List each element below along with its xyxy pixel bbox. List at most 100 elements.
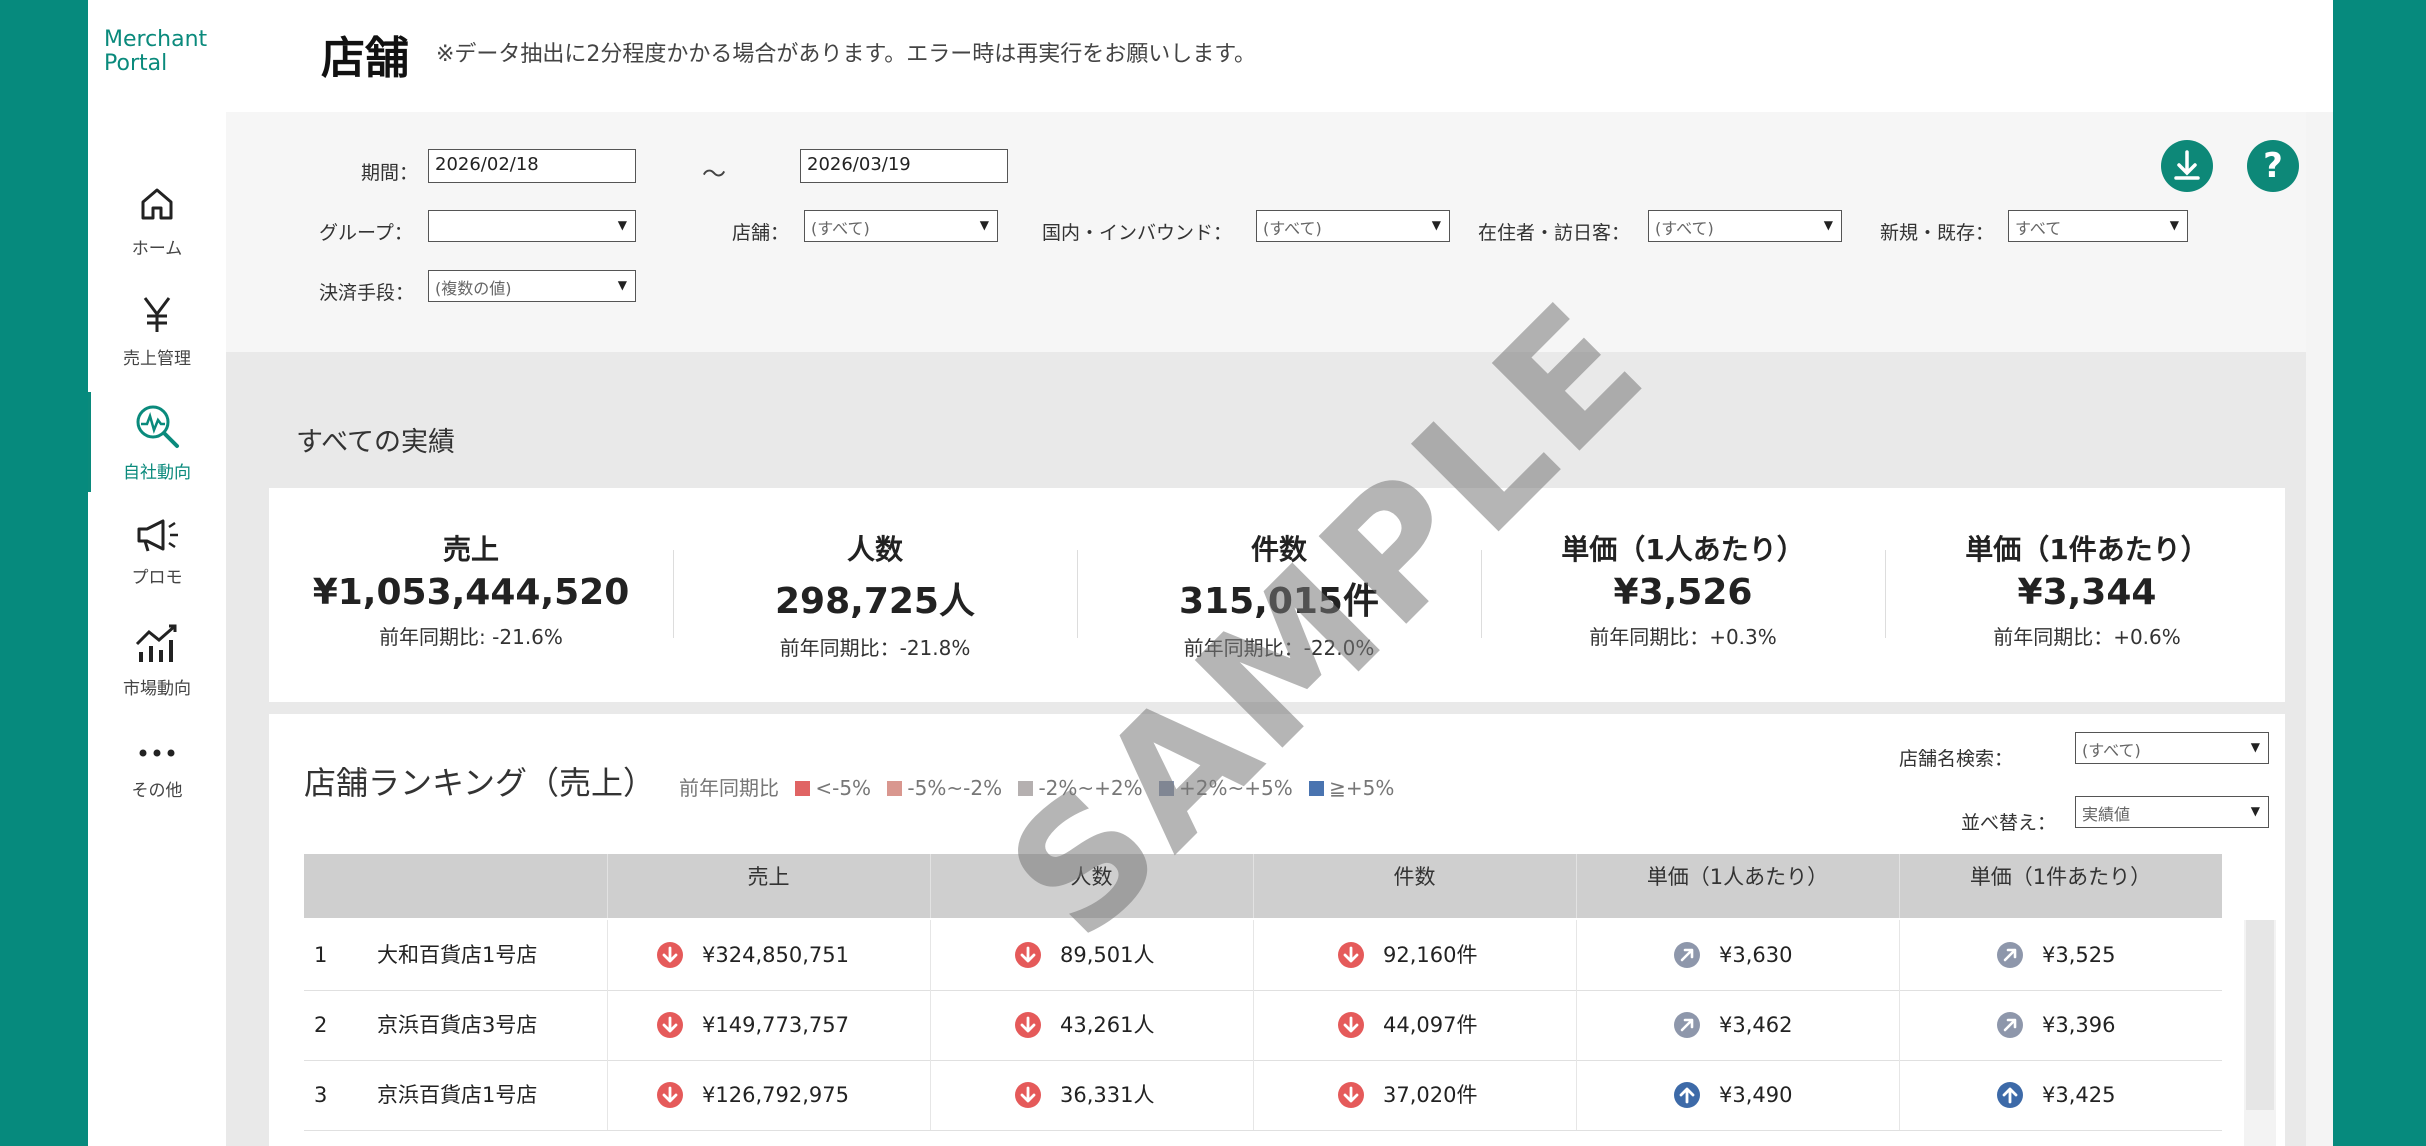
period-tilde: ～ (702, 160, 726, 188)
chevron-down-icon: ▼ (2250, 804, 2260, 818)
arrow-down-icon (1014, 1081, 1042, 1109)
chevron-down-icon: ▼ (979, 218, 989, 232)
cell-sales: ¥324,850,751 (702, 943, 849, 967)
group-label: グループ： (319, 222, 413, 244)
chevron-down-icon: ▼ (1823, 218, 1833, 232)
column-header-sales[interactable]: 売上 (607, 854, 930, 918)
store-label: 店舗： (732, 222, 790, 244)
row-store-name[interactable]: 京浜百貨店3号店 (377, 990, 537, 1060)
kpi-people-value: 298,725人 (775, 581, 975, 622)
store-select[interactable]: (すべて) ▼ (804, 210, 998, 242)
megaphone-icon (137, 519, 178, 552)
kpi-count-yoy: 前年同期比：-22.0% (1183, 636, 1375, 660)
column-separator (607, 920, 608, 990)
chevron-down-icon: ▼ (617, 278, 627, 292)
new-existing-select-value: すべて (2015, 219, 2062, 238)
sort-select[interactable]: 実績値 ▼ (2075, 796, 2269, 828)
arrow-down-icon (1337, 1081, 1365, 1109)
new-existing-select[interactable]: すべて ▼ (2008, 210, 2188, 242)
help-button[interactable]: ? (2247, 140, 2299, 192)
sort-select-value: 実績値 (2082, 805, 2131, 824)
arrow-up-icon (1673, 1081, 1701, 1109)
column-header-per-txn[interactable]: 単価（1件あたり） (1899, 854, 2222, 918)
brand-line-1: Merchant (104, 27, 208, 52)
resident-label: 在住者・訪日客： (1478, 222, 1631, 244)
arrow-down-icon (656, 1081, 684, 1109)
cell-per-person: ¥3,490 (1719, 1083, 1793, 1107)
row-store-name[interactable]: 大和百貨店1号店 (377, 920, 537, 990)
column-header-people[interactable]: 人数 (930, 854, 1253, 918)
domestic-label: 国内・インバウンド： (1042, 222, 1233, 244)
page-header: 店舗 ※データ抽出に2分程度かかる場合があります。エラー時は再実行をお願いします… (226, 0, 2333, 112)
kpi-per-person-yoy: 前年同期比：+0.3% (1589, 625, 1777, 649)
legend-swatch (1018, 781, 1034, 796)
legend-swatch (1159, 781, 1174, 796)
table-row[interactable]: 1 大和百貨店1号店 ¥324,850,751 89,501人 92,160件 ¥3,63… (304, 920, 2222, 991)
ranking-title: 店舗ランキング（売上） (304, 764, 656, 802)
nav-item-other[interactable]: その他 (88, 738, 226, 801)
column-separator (1253, 990, 1254, 1060)
cell-per-person: ¥3,462 (1719, 1013, 1793, 1037)
cell-sales: ¥149,773,757 (702, 1013, 849, 1037)
domestic-select[interactable]: (すべて) ▼ (1256, 210, 1450, 242)
row-store-name[interactable]: 京浜百貨店1号店 (377, 1060, 537, 1130)
column-separator (930, 1060, 931, 1130)
scrollbar-thumb[interactable] (2246, 920, 2274, 1110)
download-button[interactable] (2161, 140, 2213, 192)
arrow-up-right-icon (1996, 1011, 2024, 1039)
column-separator (1576, 1060, 1577, 1130)
ranking-card: 店舗ランキング（売上） 前年同期比 <-5% -5%~-2% -2%~+2% +… (269, 714, 2285, 1146)
kpi-people-title: 人数 (846, 533, 903, 566)
legend-prefix: 前年同期比 (679, 776, 779, 800)
arrow-up-icon (1996, 1081, 2024, 1109)
brand-logo[interactable]: Merchant Portal (104, 28, 207, 76)
nav-item-market[interactable]: 市場動向 (88, 622, 226, 699)
arrow-down-icon (1337, 1011, 1365, 1039)
cell-per-txn: ¥3,525 (2042, 943, 2116, 967)
column-header-count[interactable]: 件数 (1253, 854, 1576, 918)
ranking-legend: 前年同期比 <-5% -5%~-2% -2%~+2% +2%~+5% ≧+5% (679, 772, 1394, 801)
legend-item-label: +2%~+5% (1179, 776, 1293, 800)
column-header-per-person[interactable]: 単価（1人あたり） (1576, 854, 1899, 918)
table-row[interactable]: 3 京浜百貨店1号店 ¥126,792,975 36,331人 37,020件 ¥3,49… (304, 1060, 2222, 1131)
sidebar: Merchant Portal ホーム 売上管理 自社動向 プロモ 市場動向 そ… (88, 0, 226, 1146)
legend-swatch (1309, 781, 1325, 796)
arrow-down-icon (656, 1011, 684, 1039)
payment-select[interactable]: (複数の値) ▼ (428, 270, 636, 302)
store-search-label: 店舗名検索： (1899, 748, 2014, 770)
kpi-per-txn-value: ¥3,344 (2017, 572, 2157, 613)
cell-per-txn: ¥3,396 (2042, 1013, 2116, 1037)
kpi-people-yoy: 前年同期比：-21.8% (779, 636, 971, 660)
resident-select[interactable]: (すべて) ▼ (1648, 210, 1842, 242)
store-search-select[interactable]: (すべて) ▼ (2075, 732, 2269, 764)
nav-label-market: 市場動向 (123, 679, 191, 699)
kpi-count-value: 315,015件 (1179, 581, 1379, 622)
domestic-select-value: (すべて) (1263, 219, 1322, 238)
nav-item-promo[interactable]: プロモ (88, 515, 226, 588)
nav-item-own-trend[interactable]: 自社動向 (88, 392, 226, 492)
kpi-card: 売上 ¥1,053,444,520 前年同期比: -21.6% 人数 298,7… (269, 488, 2285, 702)
arrow-up-right-icon (1673, 941, 1701, 969)
table-scrollbar[interactable] (2244, 920, 2276, 1146)
nav-item-home[interactable]: ホーム (88, 182, 226, 259)
end-date-input[interactable]: 2026/03/19 (800, 149, 1008, 183)
column-separator (1899, 920, 1900, 990)
ranking-table-header: 売上 人数 件数 単価（1人あたり） 単価（1件あたり） (304, 854, 2222, 918)
table-row[interactable]: 2 京浜百貨店3号店 ¥149,773,757 43,261人 44,097件 ¥3,46… (304, 990, 2222, 1061)
kpi-per-txn: 単価（1件あたり） ¥3,344 前年同期比：+0.6% (1885, 528, 2289, 650)
nav-item-sales[interactable]: 売上管理 (88, 292, 226, 369)
cell-per-txn: ¥3,425 (2042, 1083, 2116, 1107)
brand-line-2: Portal (104, 51, 168, 76)
period-label: 期間： (361, 162, 419, 184)
nav-label-home: ホーム (131, 239, 183, 259)
page-title: 店舗 (321, 33, 409, 84)
page-note: ※データ抽出に2分程度かかる場合があります。エラー時は再実行をお願いします。 (436, 42, 1257, 67)
start-date-input[interactable]: 2026/02/18 (428, 149, 636, 183)
kpi-sales-title: 売上 (442, 533, 499, 566)
row-rank: 2 (314, 1013, 328, 1037)
group-select[interactable]: ▼ (428, 210, 636, 242)
kpi-sales-value: ¥1,053,444,520 (312, 572, 630, 613)
cell-people: 43,261人 (1060, 1013, 1155, 1037)
app-window: Merchant Portal ホーム 売上管理 自社動向 プロモ 市場動向 そ… (88, 0, 2333, 1146)
nav-label-other: その他 (131, 781, 183, 801)
